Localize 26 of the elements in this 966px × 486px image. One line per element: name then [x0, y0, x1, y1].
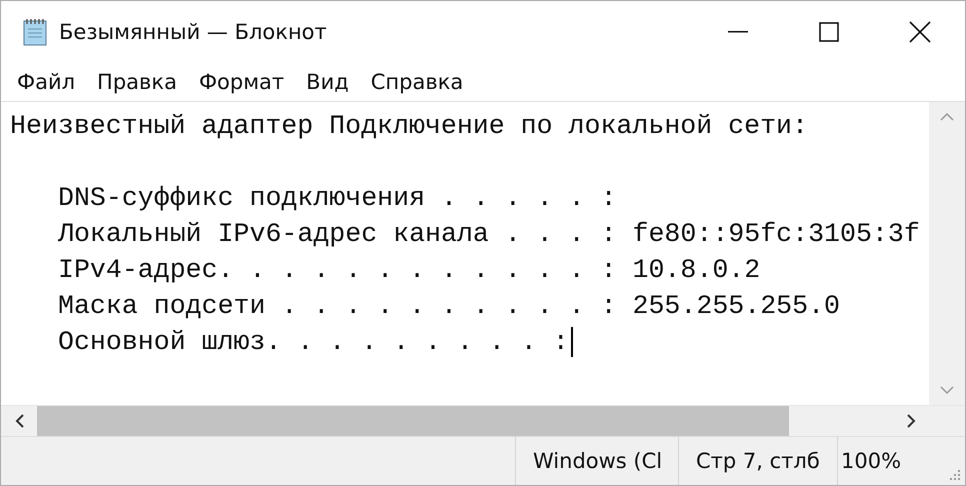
minimize-icon: [728, 31, 748, 33]
menu-item[interactable]: Файл: [7, 65, 86, 99]
text-line: Неизвестный адаптер Подключение по локальной сети:: [10, 110, 808, 143]
menu-item[interactable]: Вид: [296, 65, 359, 99]
scroll-up-icon[interactable]: [940, 112, 954, 121]
scroll-right-icon[interactable]: [906, 414, 916, 428]
text-line: Основной шлюз. . . . . . . . . :: [58, 326, 569, 359]
menu-item[interactable]: Справка: [360, 65, 474, 99]
text-line: Локальный IPv6-адрес канала . . . : fe80::95fc:3105:3f: [58, 218, 920, 251]
text-line: IPv4-адрес. . . . . . . . . . . . : 10.8.0.2: [58, 254, 760, 287]
text-cursor: [570, 327, 573, 357]
close-icon: [908, 21, 930, 43]
resize-grip-icon[interactable]: [949, 469, 961, 481]
menu-item[interactable]: Правка: [87, 65, 187, 99]
text-line: Маска подсети . . . . . . . . . . : 255.255.255.0: [58, 290, 840, 323]
window-title: Безымянный — Блокнот: [59, 20, 328, 44]
maximize-icon: [818, 22, 838, 42]
status-text: Windows (Cl: [515, 437, 678, 485]
status-text: Стр 7, стлб: [678, 437, 837, 485]
scrollbar-thumb[interactable]: [37, 406, 789, 436]
menu-item[interactable]: Формат: [188, 65, 294, 99]
status-text: 100%: [837, 437, 949, 485]
scroll-left-icon[interactable]: [14, 414, 24, 428]
text-line: DNS-суффикс подключения . . . . . :: [58, 182, 617, 215]
scroll-down-icon[interactable]: [940, 386, 954, 395]
notepad-icon: [21, 17, 49, 47]
